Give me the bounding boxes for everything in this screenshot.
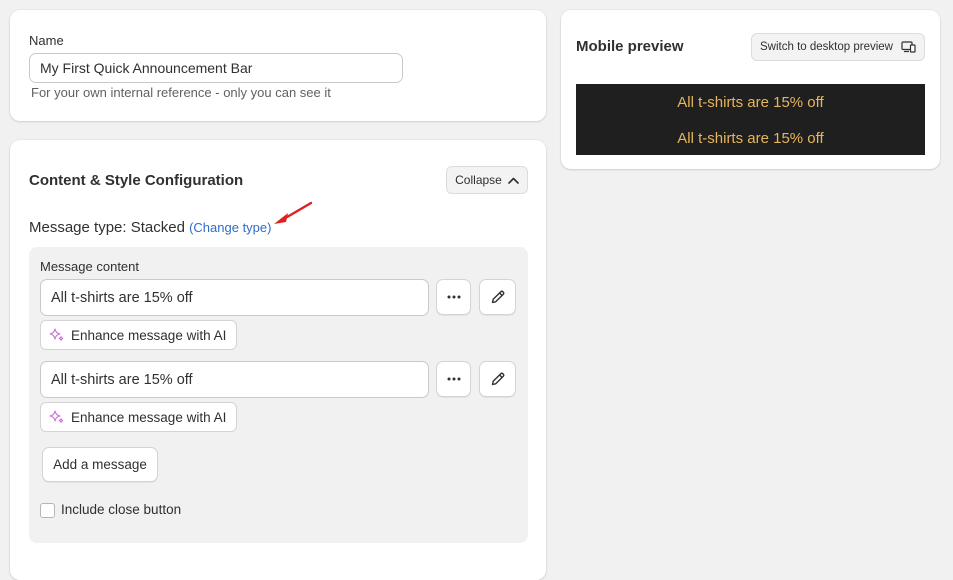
- pencil-icon: [490, 371, 506, 387]
- enhance-message-1-label: Enhance message with AI: [71, 327, 227, 343]
- message-input-1-value: All t-shirts are 15% off: [51, 289, 193, 306]
- annotation-arrow-icon: [272, 200, 314, 231]
- message-2-more-button[interactable]: [436, 361, 471, 397]
- change-type-link[interactable]: (Change type): [189, 220, 271, 235]
- message-type-prefix: Message type:: [29, 219, 131, 236]
- message-1-more-button[interactable]: [436, 279, 471, 315]
- switch-desktop-preview-button[interactable]: Switch to desktop preview: [751, 33, 925, 61]
- message-input-2[interactable]: All t-shirts are 15% off: [40, 361, 429, 398]
- switch-desktop-label: Switch to desktop preview: [760, 41, 893, 53]
- message-type-row: Message type: Stacked (Change type): [29, 219, 271, 236]
- name-input[interactable]: My First Quick Announcement Bar: [29, 53, 403, 83]
- message-2-edit-button[interactable]: [479, 361, 516, 397]
- chevron-up-icon: [508, 177, 519, 184]
- add-message-button[interactable]: Add a message: [42, 447, 158, 482]
- collapse-label: Collapse: [455, 173, 502, 187]
- enhance-message-2-button[interactable]: Enhance message with AI: [40, 402, 238, 432]
- more-horizontal-icon: [447, 377, 461, 381]
- section-title: Content & Style Configuration: [29, 172, 244, 189]
- ai-sparkle-icon: [49, 409, 65, 425]
- devices-icon: [901, 41, 916, 53]
- announcement-banner-preview: All t-shirts are 15% off All t-shirts ar…: [576, 84, 925, 155]
- include-close-label: Include close button: [61, 502, 182, 517]
- more-horizontal-icon: [447, 295, 461, 299]
- message-type-value: Stacked: [130, 219, 185, 236]
- ai-sparkle-icon: [49, 327, 65, 343]
- add-message-label: Add a message: [53, 457, 147, 472]
- content-style-card: Content & Style Configuration Collapse M…: [10, 140, 546, 580]
- name-label: Name: [29, 33, 64, 48]
- banner-message-2: All t-shirts are 15% off: [677, 130, 824, 147]
- pencil-icon: [490, 289, 506, 305]
- enhance-message-2-label: Enhance message with AI: [71, 409, 227, 425]
- message-input-1[interactable]: All t-shirts are 15% off: [40, 279, 429, 316]
- preview-title: Mobile preview: [576, 38, 684, 55]
- mobile-preview-card: Mobile preview Switch to desktop preview…: [561, 10, 940, 169]
- include-close-checkbox[interactable]: [40, 503, 55, 518]
- collapse-button[interactable]: Collapse: [446, 166, 528, 194]
- message-1-edit-button[interactable]: [479, 279, 516, 315]
- enhance-message-1-button[interactable]: Enhance message with AI: [40, 320, 238, 350]
- message-content-box: Message content All t-shirts are 15% off…: [29, 247, 528, 543]
- banner-message-1: All t-shirts are 15% off: [677, 94, 824, 111]
- message-input-2-value: All t-shirts are 15% off: [51, 371, 193, 388]
- message-content-label: Message content: [40, 259, 140, 274]
- name-card: Name My First Quick Announcement Bar For…: [10, 10, 546, 121]
- name-help-text: For your own internal reference - only y…: [31, 85, 331, 100]
- name-input-value: My First Quick Announcement Bar: [40, 60, 253, 76]
